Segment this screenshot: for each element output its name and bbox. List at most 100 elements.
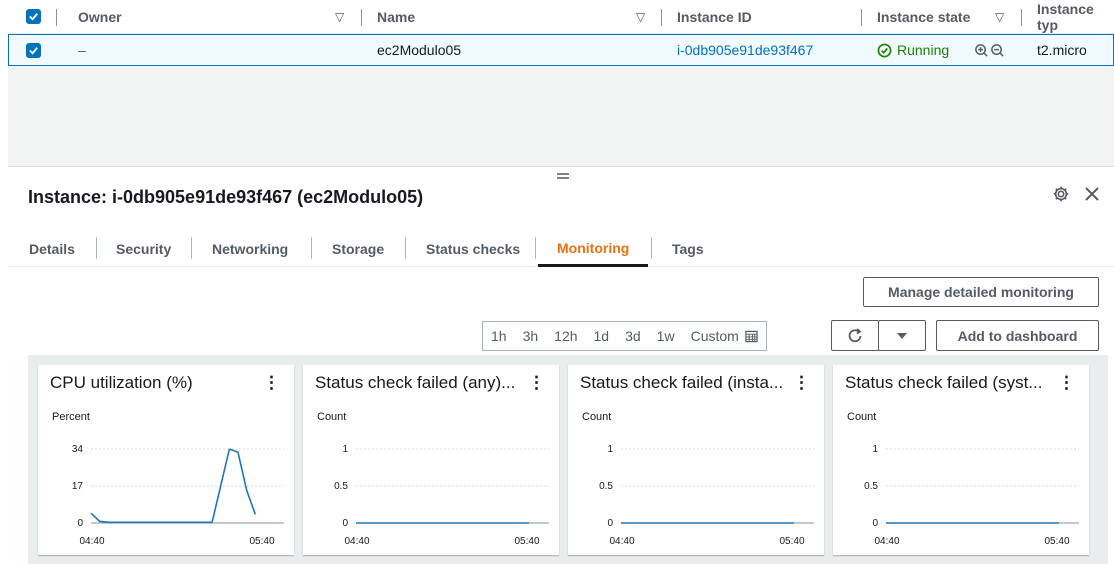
y-tick-label: 0.5 (599, 481, 613, 492)
y-tick-label: 0 (872, 518, 878, 529)
time-range-1d[interactable]: 1d (586, 328, 618, 344)
widget-menu-icon[interactable]: ⋮ (793, 373, 810, 393)
widget-title: CPU utilization (%) (50, 373, 193, 392)
manage-detailed-monitoring-button[interactable]: Manage detailed monitoring (863, 277, 1099, 307)
y-tick-label: 1 (607, 444, 613, 455)
time-range-1h[interactable]: 1h (483, 328, 515, 344)
x-tick-label: 04:40 (874, 536, 899, 547)
y-tick-label: 0 (77, 518, 83, 529)
sort-instance-state-icon[interactable]: ▽ (995, 0, 1004, 33)
column-header-instance-type[interactable]: Instance typ (1037, 0, 1114, 33)
widget-title: Status check failed (insta... (580, 373, 784, 392)
refresh-button[interactable] (831, 320, 879, 351)
instance-state-text: Running (897, 42, 950, 58)
row-instance-type: t2.micro (1037, 42, 1087, 58)
tab-networking[interactable]: Networking (212, 231, 288, 267)
tab-divider (311, 237, 312, 259)
widget-cpu-utilization: CPU utilization (%) ⋮ Percent 0 17 34 04:40… (38, 365, 294, 555)
custom-label: Custom (690, 328, 739, 344)
instances-table: Owner ▽ Name ▽ Instance ID Instance stat… (8, 0, 1114, 66)
y-tick-label: 17 (72, 481, 84, 492)
row-name: ec2Modulo05 (377, 42, 462, 58)
refresh-options-dropdown[interactable] (878, 320, 926, 351)
panel-actions (1052, 185, 1100, 203)
tab-security[interactable]: Security (116, 231, 171, 267)
tab-tags[interactable]: Tags (672, 231, 704, 267)
widget-status-check-instance: Status check failed (insta... ⋮ Count 00… (568, 365, 824, 555)
column-header-name[interactable]: Name (377, 0, 415, 33)
column-header-instance-state[interactable]: Instance state (877, 0, 970, 33)
row-instance-id-link[interactable]: i-0db905e91de93f467 (677, 35, 813, 65)
x-tick-label: 05:40 (514, 536, 539, 547)
tab-divider (535, 237, 536, 259)
x-tick-label: 05:40 (1044, 536, 1069, 547)
time-range-12h[interactable]: 12h (546, 328, 585, 344)
monitoring-content: Manage detailed monitoring 1h 3h 12h 1d … (8, 267, 1114, 564)
status-check-system-chart: 0 0.5 1 04:40 05:40 (864, 444, 1079, 547)
time-range-3h[interactable]: 3h (515, 328, 547, 344)
instance-details-panel: Instance: i-0db905e91de93f467 (ec2Modulo… (8, 166, 1114, 564)
detail-tabs: Details Security Networking Storage Stat… (8, 231, 1114, 267)
cpu-utilization-chart: 0 17 34 04:40 05:40 (72, 444, 284, 547)
row-owner: – (78, 42, 86, 58)
sort-owner-icon[interactable]: ▽ (335, 0, 344, 33)
tab-divider (191, 237, 192, 259)
status-check-instance-chart: 0 0.5 1 04:40 05:40 (599, 444, 814, 547)
time-range-1w[interactable]: 1w (649, 328, 683, 344)
zoom-controls (974, 35, 1005, 65)
select-all-checkbox[interactable] (26, 0, 41, 33)
widget-menu-icon[interactable]: ⋮ (1058, 373, 1075, 393)
y-tick-label: 0.5 (864, 481, 878, 492)
y-tick-label: 1 (342, 444, 348, 455)
check-circle-icon (877, 43, 892, 57)
zoom-out-icon[interactable] (990, 43, 1005, 58)
table-header: Owner ▽ Name ▽ Instance ID Instance stat… (8, 0, 1114, 34)
panel-title: Instance: i-0db905e91de93f467 (ec2Modulo… (28, 187, 424, 207)
column-divider[interactable] (361, 9, 362, 26)
tab-divider (96, 237, 97, 259)
y-tick-label: 0.5 (334, 481, 348, 492)
close-icon[interactable] (1084, 186, 1100, 202)
column-header-instance-id[interactable]: Instance ID (677, 0, 752, 33)
widget-unit: Count (582, 411, 612, 423)
tab-details[interactable]: Details (29, 231, 75, 267)
row-instance-state: Running (877, 35, 949, 65)
widget-status-check-system: Status check failed (syst... ⋮ Count 0 0.… (833, 365, 1089, 555)
tab-monitoring[interactable]: Monitoring (538, 231, 649, 267)
x-tick-label: 04:40 (609, 536, 634, 547)
time-range-selector: 1h 3h 12h 1d 3d 1w Custom (482, 321, 767, 351)
column-divider[interactable] (1021, 9, 1022, 26)
drag-handle-icon[interactable] (556, 171, 570, 181)
metric-widgets: CPU utilization (%) ⋮ Percent 0 17 34 04:40… (28, 355, 1108, 564)
tab-status-checks[interactable]: Status checks (426, 231, 520, 267)
x-tick-label: 05:40 (779, 536, 804, 547)
refresh-icon (848, 327, 862, 342)
y-tick-label: 0 (607, 518, 613, 529)
widget-unit: Count (317, 411, 347, 423)
column-divider[interactable] (861, 9, 862, 26)
status-check-any-chart: 0 0.5 1 04:40 05:40 (334, 444, 549, 547)
column-header-owner[interactable]: Owner (78, 0, 122, 33)
y-tick-label: 0 (342, 518, 348, 529)
settings-gear-icon[interactable] (1052, 185, 1070, 203)
widget-unit: Percent (52, 411, 90, 423)
sort-name-icon[interactable]: ▽ (636, 0, 645, 33)
widget-title: Status check failed (syst... (845, 373, 1043, 392)
time-range-3d[interactable]: 3d (617, 328, 649, 344)
widget-title: Status check failed (any)... (315, 373, 516, 392)
table-empty-area (8, 66, 1114, 166)
x-tick-label: 05:40 (249, 536, 274, 547)
widget-menu-icon[interactable]: ⋮ (528, 373, 545, 393)
add-to-dashboard-button[interactable]: Add to dashboard (936, 320, 1099, 351)
x-tick-label: 04:40 (344, 536, 369, 547)
tab-storage[interactable]: Storage (332, 231, 384, 267)
widget-menu-icon[interactable]: ⋮ (263, 373, 280, 393)
time-range-custom[interactable]: Custom (683, 328, 766, 344)
calendar-icon (745, 330, 758, 342)
widget-status-check-any: Status check failed (any)... ⋮ Count 0 0.… (303, 365, 559, 555)
column-divider[interactable] (661, 9, 662, 26)
table-row[interactable]: – ec2Modulo05 i-0db905e91de93f467 Runnin… (8, 34, 1114, 66)
caret-down-icon (897, 332, 907, 339)
row-checkbox[interactable] (26, 35, 41, 65)
zoom-in-icon[interactable] (974, 43, 989, 58)
